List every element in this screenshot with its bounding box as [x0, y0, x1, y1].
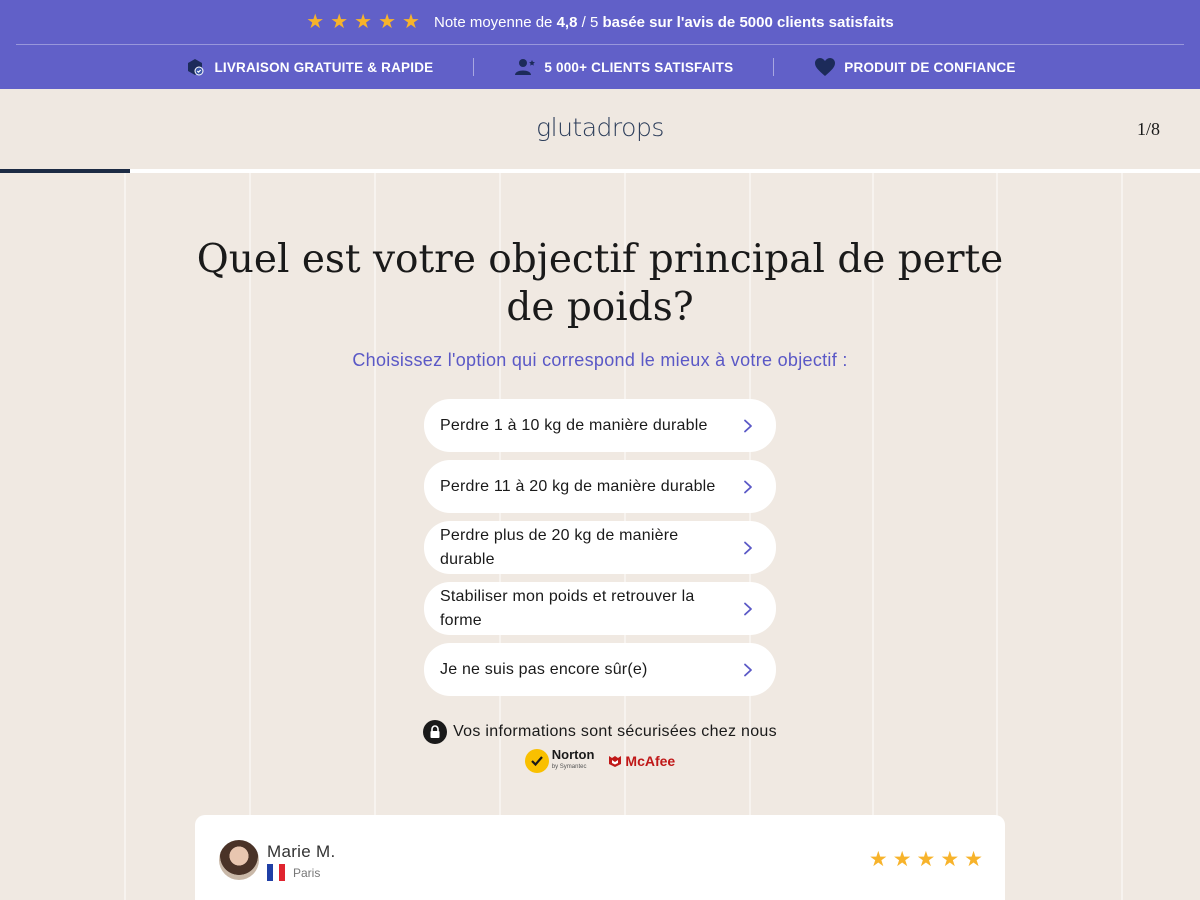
mcafee-name: McAfee	[625, 753, 676, 769]
option-label: Je ne suis pas encore sûr(e)	[440, 660, 648, 678]
security-badges: Norton by Symantec McAfee	[0, 747, 1200, 773]
option-label: Perdre plus de 20 kg de manière durable	[440, 526, 679, 568]
option-not-sure[interactable]: Je ne suis pas encore sûr(e)	[424, 643, 776, 696]
option-label: Perdre 1 à 10 kg de manière durable	[440, 416, 708, 434]
option-11-20kg[interactable]: Perdre 11 à 20 kg de manière durable	[424, 460, 776, 513]
security-text: Vos informations sont sécurisées chez no…	[453, 723, 777, 740]
star-icon: ★	[402, 11, 420, 33]
chevron-right-icon	[744, 602, 752, 615]
chevron-right-icon	[744, 663, 752, 676]
progress-bar	[0, 169, 1200, 173]
feature-label: 5 000+ CLIENTS SATISFAITS	[544, 59, 734, 75]
star-icon: ★	[868, 848, 888, 871]
question-subtitle: Choisissez l'option qui correspond le mi…	[352, 350, 848, 370]
users-icon	[514, 56, 536, 78]
reviewer-city: Paris	[293, 866, 321, 880]
star-icon: ★	[940, 848, 960, 871]
rating-row: ★ ★ ★ ★ ★ Note moyenne de 4,8 / 5 basée …	[0, 0, 1200, 44]
review-stars: ★ ★ ★ ★ ★	[869, 849, 983, 870]
star-icon: ★	[306, 11, 325, 33]
france-flag-icon	[267, 864, 285, 881]
norton-name: Norton	[551, 747, 595, 762]
norton-logo-text: Norton by Symantec	[551, 747, 595, 773]
stripe	[124, 173, 126, 900]
avatar	[219, 840, 259, 880]
step-counter: 1/8	[1136, 119, 1160, 139]
delivery-box-icon	[184, 56, 206, 78]
checkmark-icon	[524, 749, 549, 773]
reviewer-name: Marie M.	[267, 842, 336, 861]
star-icon: ★	[892, 848, 912, 871]
site-header: glutadrops 1/8	[0, 89, 1200, 169]
rating-prefix: Note moyenne de	[433, 13, 553, 31]
mcafee-shield-icon	[609, 756, 622, 767]
chevron-right-icon	[744, 541, 752, 554]
option-label: Stabiliser mon poids et retrouver la for…	[440, 587, 695, 629]
rating-stars: ★ ★ ★ ★ ★	[306, 12, 420, 32]
review-card: Marie M. Paris ★ ★ ★ ★ ★	[195, 815, 1005, 900]
norton-sub: by Symantec	[551, 764, 587, 770]
feature-delivery: LIVRAISON GRATUITE & RAPIDE	[144, 56, 473, 78]
rating-suffix: basée sur l'avis de 5000 clients satisfa…	[602, 13, 894, 31]
feature-label: PRODUIT DE CONFIANCE	[844, 59, 1016, 75]
rating-text: Note moyenne de 4,8 / 5 basée sur l'avis…	[434, 14, 894, 31]
option-20plus-kg[interactable]: Perdre plus de 20 kg de manière durable	[424, 521, 776, 574]
lock-icon	[423, 720, 448, 744]
option-1-10kg[interactable]: Perdre 1 à 10 kg de manière durable	[424, 399, 776, 452]
mcafee-badge: McAfee	[608, 753, 675, 769]
star-icon: ★	[354, 11, 373, 33]
star-icon: ★	[916, 848, 936, 871]
star-icon: ★	[330, 11, 349, 33]
option-label: Perdre 11 à 20 kg de manière durable	[440, 477, 716, 495]
feature-trust: PRODUIT DE CONFIANCE	[774, 56, 1055, 78]
feature-label: LIVRAISON GRATUITE & RAPIDE	[214, 59, 434, 75]
chevron-right-icon	[744, 480, 752, 493]
rating-scale: / 5	[581, 13, 599, 31]
feature-bar: LIVRAISON GRATUITE & RAPIDE 5 000+ CLIEN…	[0, 45, 1200, 89]
progress-fill	[0, 169, 130, 173]
rating-value: 4,8	[556, 13, 578, 31]
security-notice: Vos informations sont sécurisées chez no…	[0, 720, 1200, 744]
question-title: Quel est votre objectif principal de per…	[196, 237, 1004, 330]
star-icon: ★	[378, 11, 397, 33]
chevron-right-icon	[744, 419, 752, 432]
feature-clients: 5 000+ CLIENTS SATISFAITS	[474, 56, 773, 78]
option-stabilize[interactable]: Stabiliser mon poids et retrouver la for…	[424, 582, 776, 635]
logo[interactable]: glutadrops	[0, 113, 1200, 142]
answer-options: Perdre 1 à 10 kg de manière durable Perd…	[424, 399, 776, 704]
heart-icon	[814, 56, 836, 78]
star-icon: ★	[964, 848, 983, 871]
top-banner: ★ ★ ★ ★ ★ Note moyenne de 4,8 / 5 basée …	[0, 0, 1200, 89]
stripe	[1121, 173, 1123, 900]
norton-badge: Norton by Symantec	[524, 747, 595, 773]
